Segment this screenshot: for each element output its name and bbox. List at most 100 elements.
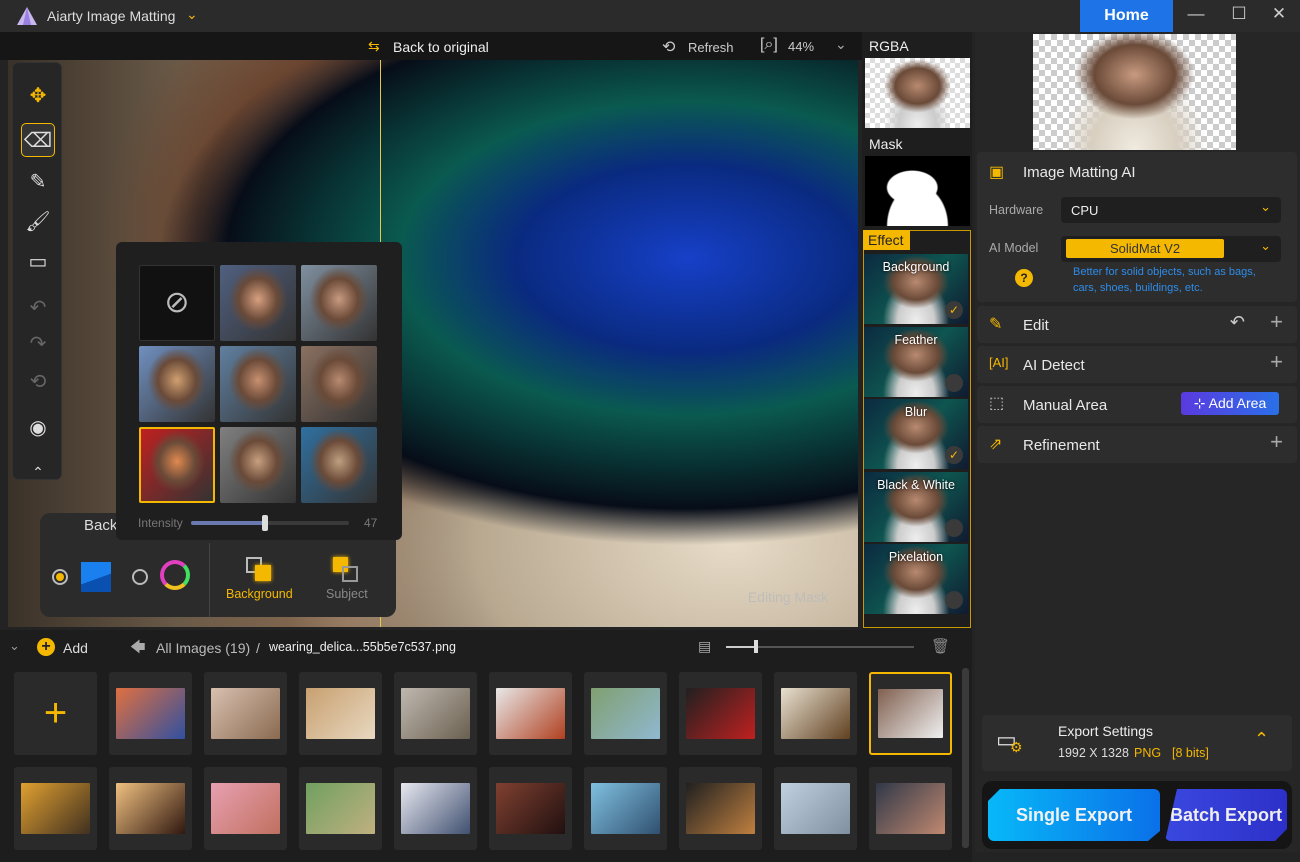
color-background-radio[interactable] xyxy=(132,569,148,585)
effect-preset[interactable] xyxy=(301,346,377,422)
image-thumbnail[interactable] xyxy=(584,767,667,850)
refresh-icon[interactable]: ⟲ xyxy=(662,37,675,57)
unchecked-icon[interactable] xyxy=(945,518,963,537)
zoom-fit-icon[interactable]: [⌕] xyxy=(760,36,778,54)
ai-model-select[interactable]: SolidMat V2 ⌄ xyxy=(1061,236,1281,262)
effect-preset[interactable] xyxy=(139,346,215,422)
effect-preset[interactable] xyxy=(139,427,215,503)
strip-scrollbar[interactable] xyxy=(962,668,969,848)
image-thumbnail[interactable] xyxy=(109,672,192,755)
image-thumbnail[interactable] xyxy=(774,672,857,755)
refinement-section[interactable]: ⇗ Refinement + xyxy=(977,426,1297,463)
image-thumbnail[interactable] xyxy=(679,672,762,755)
check-icon[interactable]: ✓ xyxy=(945,301,963,319)
swap-icon[interactable]: ⇆ xyxy=(368,38,380,55)
thumbnail-image xyxy=(496,687,565,740)
image-thumbnail[interactable] xyxy=(204,672,287,755)
close-icon[interactable]: ✕ xyxy=(1265,4,1293,28)
color-picker-icon[interactable] xyxy=(160,560,190,590)
collapse-up-icon[interactable]: ⌃ xyxy=(21,455,55,489)
image-thumbnail[interactable] xyxy=(14,767,97,850)
reset-icon[interactable]: ⟲ xyxy=(21,365,55,399)
single-export-button[interactable]: Single Export xyxy=(988,789,1160,841)
no-effect-preset[interactable]: ⊘ xyxy=(139,265,215,341)
effect-preset[interactable] xyxy=(220,265,296,341)
effect-item[interactable]: Background ✓ xyxy=(864,254,968,324)
move-icon[interactable]: ✥ xyxy=(21,79,55,113)
undo-icon[interactable]: ↶ xyxy=(21,291,55,325)
effect-item[interactable]: Pixelation xyxy=(864,544,968,614)
roller-icon[interactable]: ▭ xyxy=(21,245,55,279)
image-thumbnail[interactable] xyxy=(869,767,952,850)
image-thumbnail[interactable] xyxy=(394,767,477,850)
thumbnail-size-handle[interactable] xyxy=(754,640,758,653)
ai-detect-section[interactable]: [AI] AI Detect + xyxy=(977,346,1297,383)
image-thumbnail[interactable] xyxy=(584,672,667,755)
brush-icon[interactable]: ✎ xyxy=(21,165,55,199)
undo-icon[interactable]: ↶ xyxy=(1230,312,1245,333)
image-thumbnail[interactable] xyxy=(109,767,192,850)
effect-preset[interactable] xyxy=(220,346,296,422)
redo-icon[interactable]: ↷ xyxy=(21,327,55,361)
paint-brush-icon[interactable]: 🖌 xyxy=(21,205,55,239)
effect-item[interactable]: Black & White xyxy=(864,471,968,542)
plus-icon[interactable]: + xyxy=(1270,349,1283,375)
zoom-chevron-icon[interactable]: ⌄ xyxy=(835,36,847,53)
image-thumbnail[interactable] xyxy=(774,767,857,850)
image-thumbnail[interactable] xyxy=(299,672,382,755)
image-background-icon[interactable] xyxy=(81,562,111,592)
add-images-button[interactable]: Add xyxy=(63,640,88,656)
trash-icon[interactable]: 🗑 xyxy=(931,637,950,655)
unchecked-icon[interactable] xyxy=(945,373,963,392)
image-thumbnail[interactable] xyxy=(299,767,382,850)
plus-icon[interactable]: + xyxy=(1270,429,1283,455)
image-thumbnail[interactable] xyxy=(204,767,287,850)
home-button[interactable]: Home xyxy=(1080,0,1173,32)
model-description: Better for solid objects, such as bags, … xyxy=(1073,266,1256,294)
back-arrow-icon[interactable]: 🡄 xyxy=(130,637,146,662)
intensity-slider-handle[interactable] xyxy=(262,515,269,531)
effect-preset[interactable] xyxy=(220,427,296,503)
hardware-select[interactable]: CPU ⌄ xyxy=(1061,197,1281,223)
thumbnail-image xyxy=(116,687,185,740)
add-image-tile[interactable]: + xyxy=(14,672,97,755)
maximize-icon[interactable]: ☐ xyxy=(1225,4,1253,28)
effect-item[interactable]: Feather xyxy=(864,326,968,397)
subject-mode-button[interactable]: Subject xyxy=(326,587,368,601)
help-icon[interactable]: ? xyxy=(1015,269,1033,287)
image-matting-icon: ▣ xyxy=(989,164,1005,181)
all-images-breadcrumb[interactable]: All Images (19) xyxy=(156,640,250,656)
image-thumbnail[interactable] xyxy=(679,767,762,850)
minimize-icon[interactable]: — xyxy=(1182,4,1210,28)
ai-detect-icon: [AI] xyxy=(989,355,1009,370)
image-thumbnail[interactable] xyxy=(489,767,572,850)
background-mode-button[interactable]: Background xyxy=(226,587,293,601)
check-icon[interactable]: ✓ xyxy=(945,446,963,464)
ai-detect-label: AI Detect xyxy=(1023,357,1085,374)
effect-item[interactable]: Blur ✓ xyxy=(864,399,968,469)
rgba-preview[interactable] xyxy=(865,58,970,128)
intensity-slider[interactable] xyxy=(191,521,349,525)
refresh-button[interactable]: Refresh xyxy=(688,40,734,55)
export-settings[interactable]: ▭ ⚙ Export Settings 1992 X 1328 PNG [8 b… xyxy=(982,715,1292,771)
image-background-radio[interactable] xyxy=(52,569,68,585)
batch-export-button[interactable]: Batch Export xyxy=(1165,789,1287,841)
plus-icon[interactable]: + xyxy=(1270,309,1283,335)
image-thumbnail[interactable] xyxy=(394,672,477,755)
image-thumbnail[interactable] xyxy=(869,672,952,755)
add-area-button[interactable]: ⊹ Add Area xyxy=(1181,392,1279,415)
expand-up-icon[interactable]: ⌃ xyxy=(1254,729,1269,750)
mask-view-icon[interactable]: ◉ xyxy=(21,411,55,445)
effect-preset[interactable] xyxy=(301,265,377,341)
eraser-icon[interactable]: ⌫ xyxy=(21,123,55,157)
effect-preset[interactable] xyxy=(301,427,377,503)
mask-preview[interactable] xyxy=(865,156,970,226)
zoom-level[interactable]: 44% xyxy=(788,39,814,54)
app-menu-chevron-icon[interactable]: ⌄ xyxy=(186,6,198,23)
edit-section[interactable]: ✎ Edit ↶ + xyxy=(977,306,1297,343)
back-to-original-button[interactable]: Back to original xyxy=(393,39,489,55)
unchecked-icon[interactable] xyxy=(945,591,963,609)
collapse-down-icon[interactable]: ⌄ xyxy=(9,638,20,654)
add-icon[interactable]: + xyxy=(37,638,55,656)
image-thumbnail[interactable] xyxy=(489,672,572,755)
